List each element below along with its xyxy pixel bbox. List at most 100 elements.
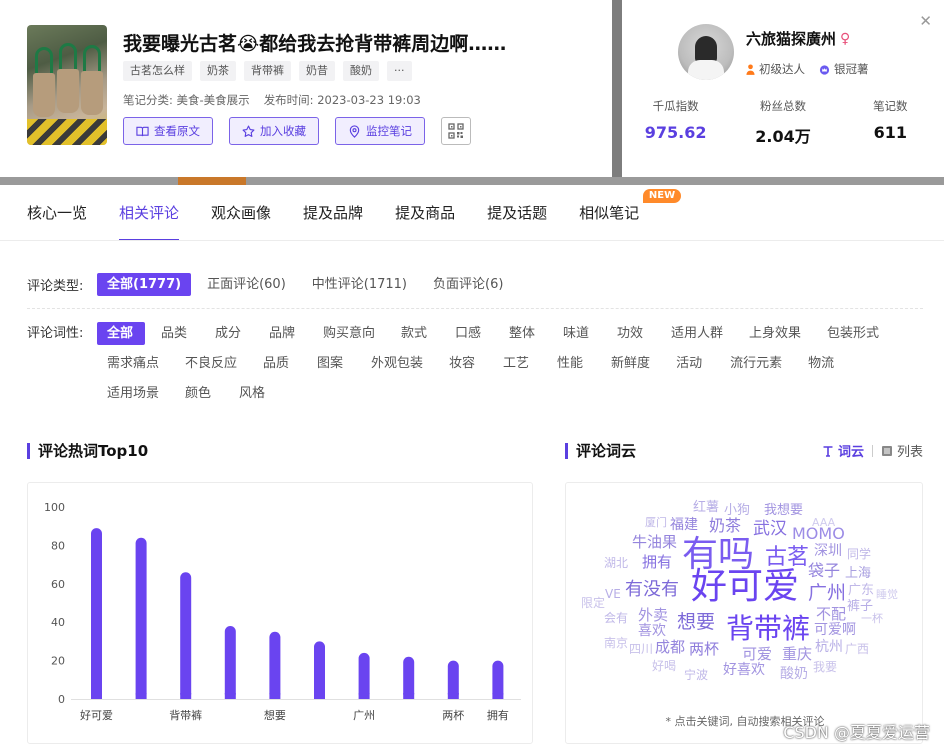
cloud-word[interactable]: 喜欢 <box>638 624 666 638</box>
comment-attr-option[interactable]: 不良反应 <box>175 352 247 375</box>
cloud-word[interactable]: 我要 <box>813 661 837 673</box>
cloud-word[interactable]: 睡觉 <box>876 589 898 600</box>
close-icon[interactable]: ✕ <box>919 12 932 30</box>
cloud-word[interactable]: 南京 <box>604 637 628 649</box>
comment-attr-all[interactable]: 全部 <box>97 322 145 345</box>
cloud-word[interactable]: 湖北 <box>604 557 628 569</box>
cloud-word[interactable]: 重庆 <box>782 647 812 662</box>
comment-attr-option[interactable]: 包装形式 <box>817 322 889 345</box>
cloud-word[interactable]: 广西 <box>845 643 869 655</box>
note-tag[interactable]: 古茗怎么样 <box>123 61 192 81</box>
tab-related-comments[interactable]: 相关评论 <box>119 185 180 241</box>
comment-attr-option[interactable]: 品牌 <box>259 322 307 345</box>
note-tag[interactable]: 奶茶 <box>200 61 236 81</box>
tab-audience[interactable]: 观众画像 <box>211 185 271 241</box>
comment-attr-option[interactable]: 妆容 <box>439 352 487 375</box>
cloud-word[interactable]: 牛油果 <box>632 535 677 550</box>
cloud-word[interactable]: 不配 <box>816 607 846 622</box>
cloud-word[interactable]: 外卖 <box>638 608 668 623</box>
cloud-word[interactable]: 宁波 <box>684 669 708 681</box>
cloud-word[interactable]: 厦门 <box>645 517 667 528</box>
tab-overview[interactable]: 核心一览 <box>27 185 87 241</box>
cloud-word[interactable]: 广东 <box>848 584 874 597</box>
comment-attr-option[interactable]: 风格 <box>229 382 277 405</box>
add-favorite-button[interactable]: 加入收藏 <box>229 117 319 145</box>
cloud-word[interactable]: 两杯 <box>689 642 719 657</box>
cloud-word[interactable]: 袋子 <box>808 563 840 579</box>
cloud-word[interactable]: 可爱啊 <box>814 623 856 637</box>
cloud-word[interactable]: AAA <box>812 517 835 528</box>
comment-attr-option[interactable]: 图案 <box>307 352 355 375</box>
tab-products[interactable]: 提及商品 <box>395 185 455 241</box>
comment-attr-option[interactable]: 整体 <box>499 322 547 345</box>
comment-attr-option[interactable]: 功效 <box>607 322 655 345</box>
comment-attr-option[interactable]: 外观包装 <box>361 352 433 375</box>
note-tag[interactable]: 酸奶 <box>343 61 379 81</box>
monitor-note-button[interactable]: 监控笔记 <box>335 117 425 145</box>
cloud-word[interactable]: 红薯 <box>693 501 719 514</box>
cloud-word[interactable]: 我想要 <box>764 504 803 517</box>
comment-attr-option[interactable]: 工艺 <box>493 352 541 375</box>
comment-type-neutral[interactable]: 中性评论(1711) <box>302 273 417 296</box>
comment-attr-option[interactable]: 款式 <box>391 322 439 345</box>
cloud-word[interactable]: 深圳 <box>814 544 842 558</box>
tab-topics[interactable]: 提及话题 <box>487 185 547 241</box>
cloud-word[interactable]: 小狗 <box>724 504 750 517</box>
comment-type-negative[interactable]: 负面评论(6) <box>423 273 513 296</box>
cloud-word[interactable]: 杭州 <box>815 640 843 654</box>
comment-attr-option[interactable]: 上身效果 <box>739 322 811 345</box>
cloud-word[interactable]: 广州 <box>808 584 846 603</box>
more-tags-button[interactable]: ··· <box>387 61 412 81</box>
cloud-word[interactable]: 会有 <box>604 612 628 624</box>
comment-attr-option[interactable]: 性能 <box>547 352 595 375</box>
cloud-word[interactable]: 拥有 <box>642 555 672 570</box>
cloud-word[interactable]: 可爱 <box>742 647 772 662</box>
qr-code-button[interactable] <box>441 117 471 145</box>
cloud-word[interactable]: 成都 <box>655 640 685 655</box>
comment-attr-option[interactable]: 味道 <box>553 322 601 345</box>
cloud-word[interactable]: 福建 <box>670 518 698 532</box>
comment-attr-option[interactable]: 颜色 <box>175 382 223 405</box>
cloud-word[interactable]: 有没有 <box>625 581 679 599</box>
cloud-word[interactable]: 背带裤 <box>726 615 810 643</box>
cloud-word[interactable]: 想要 <box>677 613 715 632</box>
note-tag[interactable]: 奶昔 <box>299 61 335 81</box>
cloud-word[interactable]: 四川 <box>629 643 653 655</box>
comment-attr-option[interactable]: 品质 <box>253 352 301 375</box>
tab-brands[interactable]: 提及品牌 <box>303 185 363 241</box>
comment-type-all[interactable]: 全部(1777) <box>97 273 192 296</box>
comment-attr-option[interactable]: 成分 <box>205 322 253 345</box>
comment-attr-option[interactable]: 流行元素 <box>720 352 792 375</box>
cloud-word[interactable]: 奶茶 <box>709 518 741 534</box>
comment-attr-option[interactable]: 活动 <box>666 352 714 375</box>
cloud-word[interactable]: 有吗 <box>682 537 754 573</box>
avatar[interactable] <box>678 24 734 80</box>
chart-bar-base <box>269 693 281 699</box>
tab-similar-notes[interactable]: 相似笔记 NEW <box>579 185 682 241</box>
comment-attr-option[interactable]: 物流 <box>798 352 846 375</box>
comment-attr-option[interactable]: 品类 <box>151 322 199 345</box>
comment-attr-option[interactable]: 适用人群 <box>661 322 733 345</box>
comment-attr-option[interactable]: 适用场景 <box>97 382 169 405</box>
cloud-word[interactable]: VE <box>605 588 621 600</box>
comment-attr-option[interactable]: 新鲜度 <box>601 352 660 375</box>
note-tag[interactable]: 背带裤 <box>244 61 291 81</box>
cloud-word[interactable]: 一杯 <box>861 613 883 624</box>
cloud-word[interactable]: 酸奶 <box>780 667 808 681</box>
view-list-button[interactable]: 列表 <box>881 441 923 460</box>
cloud-word[interactable]: 限定 <box>581 597 605 609</box>
cloud-word[interactable]: 上海 <box>845 567 871 580</box>
comment-attr-option[interactable]: 需求痛点 <box>97 352 169 375</box>
cloud-word[interactable]: 古茗 <box>765 547 809 569</box>
view-cloud-button[interactable]: 词云 <box>822 441 864 460</box>
cloud-word[interactable]: 好喜欢 <box>723 663 765 677</box>
cloud-word[interactable]: 同学 <box>847 548 871 560</box>
author-name[interactable]: 六旅猫探廣州 <box>746 28 836 49</box>
cloud-word[interactable]: 武汉 <box>753 521 787 538</box>
comment-attr-option[interactable]: 口感 <box>445 322 493 345</box>
comment-type-positive[interactable]: 正面评论(60) <box>197 273 296 296</box>
note-cover-image[interactable] <box>27 25 107 145</box>
comment-attr-option[interactable]: 购买意向 <box>313 322 385 345</box>
cloud-word[interactable]: 好喝 <box>652 660 676 672</box>
view-original-button[interactable]: 查看原文 <box>123 117 213 145</box>
